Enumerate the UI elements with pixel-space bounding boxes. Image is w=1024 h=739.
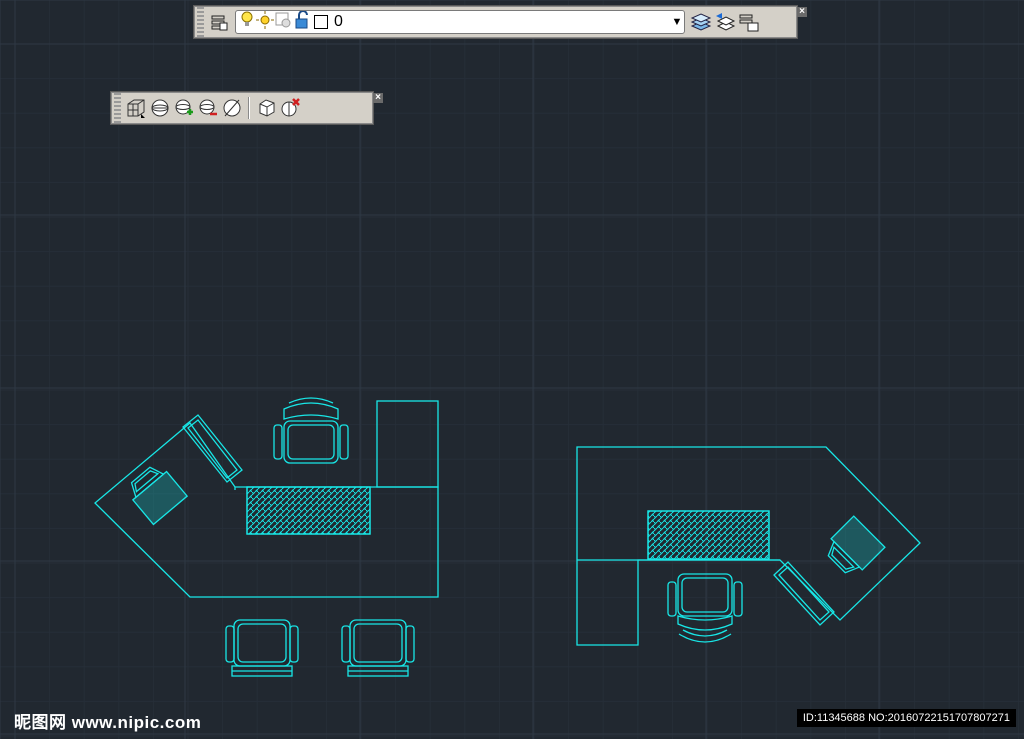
extrude-face-icon[interactable] [254, 96, 278, 120]
unlock-icon[interactable] [294, 9, 312, 34]
right-keyboard-hatch [647, 510, 770, 560]
toolbar-grip[interactable] [197, 7, 204, 37]
watermark-left: 昵图网 www.nipic.com [14, 713, 202, 732]
make-current-layer-icon[interactable] [689, 10, 713, 34]
slice-icon[interactable] [220, 96, 244, 120]
color-swatch-icon[interactable] [314, 15, 328, 29]
layer-states-icon[interactable] [737, 10, 761, 34]
bulb-on-icon[interactable] [240, 11, 256, 34]
current-layer-name: 0 [334, 13, 343, 30]
close-icon[interactable]: × [797, 7, 807, 17]
left-keyboard-hatch [246, 486, 371, 535]
layers-toolbar: 0 ▼ × [194, 6, 807, 38]
layer-previous-icon[interactable] [713, 10, 737, 34]
solids-toolbar: × [111, 92, 383, 124]
watermark-right: ID:11345688 NO:20160722151707807271 [796, 709, 1016, 727]
freeze-viewport-icon[interactable] [274, 11, 294, 34]
box-icon[interactable] [124, 96, 148, 120]
union-icon[interactable] [172, 96, 196, 120]
close-icon[interactable]: × [373, 93, 383, 103]
layer-properties-icon[interactable] [207, 10, 231, 34]
toolbar-separator [248, 97, 250, 119]
sphere-icon[interactable] [148, 96, 172, 120]
chevron-down-icon[interactable]: ▼ [670, 16, 684, 28]
sun-icon[interactable] [256, 10, 274, 34]
layer-dropdown[interactable]: 0 ▼ [235, 9, 685, 34]
subtract-icon[interactable] [196, 96, 220, 120]
delete-face-icon[interactable] [278, 96, 302, 120]
toolbar-grip[interactable] [114, 93, 121, 123]
